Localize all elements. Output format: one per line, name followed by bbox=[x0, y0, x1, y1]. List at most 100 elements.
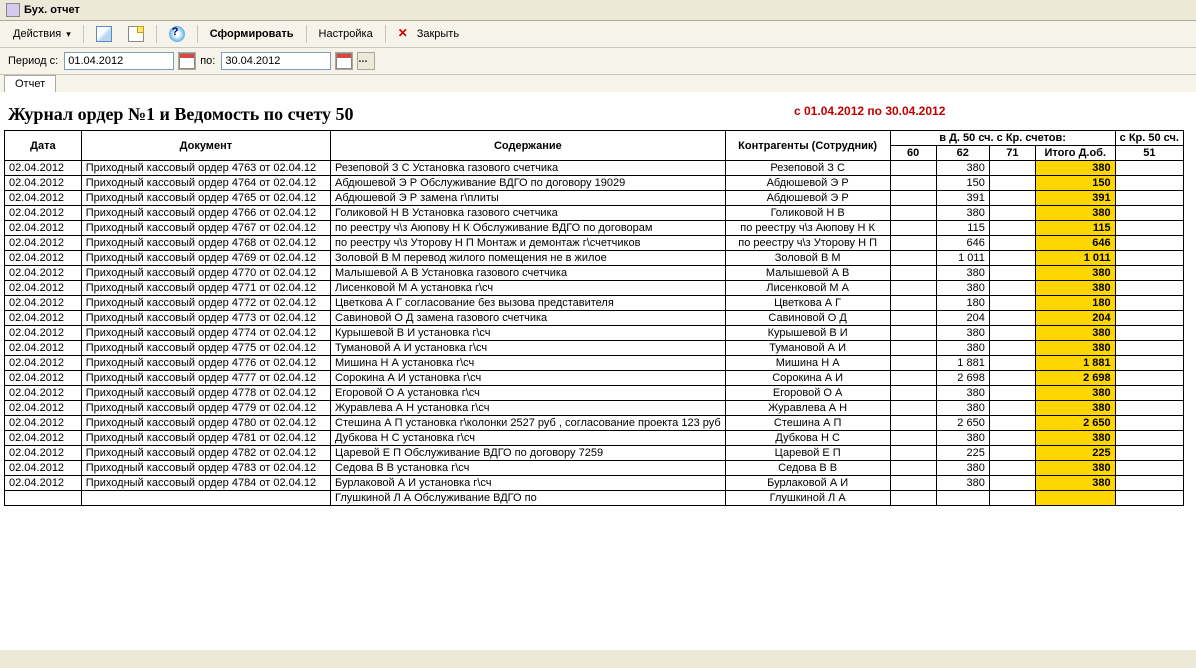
table-row[interactable]: 02.04.2012Приходный кассовый ордер 4780 … bbox=[5, 416, 1184, 431]
cell-51 bbox=[1115, 311, 1183, 326]
table-row[interactable]: 02.04.2012Приходный кассовый ордер 4773 … bbox=[5, 311, 1184, 326]
cell-counterparty: Абдюшевой Э Р bbox=[725, 191, 890, 206]
cell-document: Приходный кассовый ордер 4767 от 02.04.1… bbox=[81, 221, 330, 236]
calendar-icon bbox=[179, 53, 195, 69]
cell-51 bbox=[1115, 476, 1183, 491]
cell-62: 380 bbox=[936, 461, 989, 476]
tab-report[interactable]: Отчет bbox=[4, 75, 56, 92]
toolbar-separator bbox=[83, 25, 84, 43]
cell-description: Дубкова Н С установка г\сч bbox=[331, 431, 726, 446]
cell-document: Приходный кассовый ордер 4780 от 02.04.1… bbox=[81, 416, 330, 431]
cell-total: 225 bbox=[1035, 446, 1115, 461]
cell-62: 391 bbox=[936, 191, 989, 206]
cell-71 bbox=[989, 401, 1035, 416]
table-row[interactable]: 02.04.2012Приходный кассовый ордер 4771 … bbox=[5, 281, 1184, 296]
table-row[interactable]: 02.04.2012Приходный кассовый ордер 4781 … bbox=[5, 431, 1184, 446]
table-row[interactable]: 02.04.2012Приходный кассовый ордер 4764 … bbox=[5, 176, 1184, 191]
table-row[interactable]: 02.04.2012Приходный кассовый ордер 4783 … bbox=[5, 461, 1184, 476]
cell-62: 380 bbox=[936, 401, 989, 416]
cell-71 bbox=[989, 461, 1035, 476]
cell-description: Малышевой А В Установка газового счетчик… bbox=[331, 266, 726, 281]
cell-counterparty: Дубкова Н С bbox=[725, 431, 890, 446]
table-row[interactable]: Глушкиной Л А Обслуживание ВДГО поГлушки… bbox=[5, 491, 1184, 506]
table-row[interactable]: 02.04.2012Приходный кассовый ордер 4775 … bbox=[5, 341, 1184, 356]
cell-total: 380 bbox=[1035, 386, 1115, 401]
table-row[interactable]: 02.04.2012Приходный кассовый ордер 4770 … bbox=[5, 266, 1184, 281]
cell-counterparty: Голиковой Н В bbox=[725, 206, 890, 221]
cell-document: Приходный кассовый ордер 4776 от 02.04.1… bbox=[81, 356, 330, 371]
cell-date: 02.04.2012 bbox=[5, 161, 82, 176]
cell-counterparty: Глушкиной Л А bbox=[725, 491, 890, 506]
cell-60 bbox=[890, 191, 936, 206]
cell-71 bbox=[989, 491, 1035, 506]
cell-60 bbox=[890, 161, 936, 176]
table-row[interactable]: 02.04.2012Приходный кассовый ордер 4779 … bbox=[5, 401, 1184, 416]
table-row[interactable]: 02.04.2012Приходный кассовый ордер 4776 … bbox=[5, 356, 1184, 371]
send-button[interactable] bbox=[89, 23, 119, 45]
table-row[interactable]: 02.04.2012Приходный кассовый ордер 4774 … bbox=[5, 326, 1184, 341]
close-label: Закрыть bbox=[417, 28, 459, 40]
table-row[interactable]: 02.04.2012Приходный кассовый ордер 4769 … bbox=[5, 251, 1184, 266]
table-row[interactable]: 02.04.2012Приходный кассовый ордер 4766 … bbox=[5, 206, 1184, 221]
cell-counterparty: Егоровой О А bbox=[725, 386, 890, 401]
cell-total: 115 bbox=[1035, 221, 1115, 236]
report-area[interactable]: Журнал ордер №1 и Ведомость по счету 50 … bbox=[0, 92, 1196, 650]
cell-description: Глушкиной Л А Обслуживание ВДГО по bbox=[331, 491, 726, 506]
cell-51 bbox=[1115, 386, 1183, 401]
settings-button[interactable]: Настройка bbox=[312, 25, 380, 43]
date-from-calendar-button[interactable] bbox=[178, 52, 196, 70]
cell-60 bbox=[890, 206, 936, 221]
cell-description: Савиновой О Д замена газового счетчика bbox=[331, 311, 726, 326]
date-to-calendar-button[interactable] bbox=[335, 52, 353, 70]
date-to-input[interactable] bbox=[221, 52, 331, 70]
cell-description: Лисенковой М А установка г\сч bbox=[331, 281, 726, 296]
new-doc-button[interactable] bbox=[121, 23, 151, 45]
cell-62: 380 bbox=[936, 431, 989, 446]
table-row[interactable]: 02.04.2012Приходный кассовый ордер 4765 … bbox=[5, 191, 1184, 206]
actions-menu[interactable]: Действия bbox=[6, 25, 78, 43]
cell-document: Приходный кассовый ордер 4775 от 02.04.1… bbox=[81, 341, 330, 356]
cell-total: 380 bbox=[1035, 326, 1115, 341]
cell-document: Приходный кассовый ордер 4777 от 02.04.1… bbox=[81, 371, 330, 386]
cell-60 bbox=[890, 266, 936, 281]
cell-60 bbox=[890, 326, 936, 341]
table-row[interactable]: 02.04.2012Приходный кассовый ордер 4778 … bbox=[5, 386, 1184, 401]
help-button[interactable] bbox=[162, 23, 192, 45]
table-row[interactable]: 02.04.2012Приходный кассовый ордер 4767 … bbox=[5, 221, 1184, 236]
cell-51 bbox=[1115, 281, 1183, 296]
cell-date: 02.04.2012 bbox=[5, 326, 82, 341]
cell-description: Егоровой О А установка г\сч bbox=[331, 386, 726, 401]
cell-62 bbox=[936, 491, 989, 506]
cell-62: 2 698 bbox=[936, 371, 989, 386]
cell-62: 225 bbox=[936, 446, 989, 461]
cell-description: Абдюшевой Э Р Обслуживание ВДГО по догов… bbox=[331, 176, 726, 191]
cell-counterparty: Золовой В М bbox=[725, 251, 890, 266]
period-picker-button[interactable] bbox=[357, 52, 375, 70]
table-row[interactable]: 02.04.2012Приходный кассовый ордер 4763 … bbox=[5, 161, 1184, 176]
cell-document: Приходный кассовый ордер 4764 от 02.04.1… bbox=[81, 176, 330, 191]
cell-60 bbox=[890, 311, 936, 326]
period-from-label: Период с: bbox=[8, 55, 58, 67]
cell-counterparty: Резеповой З С bbox=[725, 161, 890, 176]
cell-51 bbox=[1115, 371, 1183, 386]
col-header-71: 71 bbox=[989, 146, 1035, 161]
date-from-input[interactable] bbox=[64, 52, 174, 70]
table-row[interactable]: 02.04.2012Приходный кассовый ордер 4784 … bbox=[5, 476, 1184, 491]
form-report-button[interactable]: Сформировать bbox=[203, 25, 301, 43]
col-group-debit: в Д. 50 сч. с Кр. счетов: bbox=[890, 131, 1115, 146]
table-row[interactable]: 02.04.2012Приходный кассовый ордер 4772 … bbox=[5, 296, 1184, 311]
table-row[interactable]: 02.04.2012Приходный кассовый ордер 4768 … bbox=[5, 236, 1184, 251]
table-row[interactable]: 02.04.2012Приходный кассовый ордер 4777 … bbox=[5, 371, 1184, 386]
cell-71 bbox=[989, 296, 1035, 311]
cell-description: по реестру ч\з Уторову Н П Монтаж и демо… bbox=[331, 236, 726, 251]
col-group-credit: с Кр. 50 сч. bbox=[1115, 131, 1183, 146]
toolbar-separator bbox=[385, 25, 386, 43]
cell-62: 380 bbox=[936, 386, 989, 401]
table-row[interactable]: 02.04.2012Приходный кассовый ордер 4782 … bbox=[5, 446, 1184, 461]
cell-62: 180 bbox=[936, 296, 989, 311]
col-header-51: 51 bbox=[1115, 146, 1183, 161]
close-button[interactable]: Закрыть bbox=[391, 23, 466, 45]
cell-date: 02.04.2012 bbox=[5, 176, 82, 191]
period-to-label: по: bbox=[200, 55, 215, 67]
cell-51 bbox=[1115, 221, 1183, 236]
